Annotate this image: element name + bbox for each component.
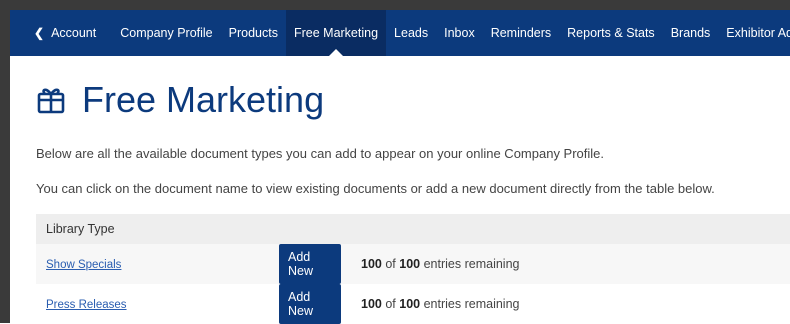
entries-total: 100 xyxy=(399,257,421,271)
table-row: Press Releases Add New 100 of 100 entrie… xyxy=(36,284,790,324)
entries-of: of xyxy=(385,297,396,311)
entries-used: 100 xyxy=(361,297,382,311)
entries-suffix: entries remaining xyxy=(423,257,520,271)
nav-company-profile[interactable]: Company Profile xyxy=(112,10,220,56)
nav-leads[interactable]: Leads xyxy=(386,10,436,56)
gift-icon xyxy=(37,88,65,114)
nav-brands[interactable]: Brands xyxy=(663,10,719,56)
library-table: Library Type Show Specials Add New 100 o… xyxy=(36,214,790,324)
nav-exhibitor-admins[interactable]: Exhibitor Admins xyxy=(718,10,790,56)
show-specials-link[interactable]: Show Specials xyxy=(46,259,121,271)
nav-reports-stats[interactable]: Reports & Stats xyxy=(559,10,663,56)
nav-back-account[interactable]: ❮ Account xyxy=(10,10,112,56)
page-title: Free Marketing xyxy=(36,78,790,122)
main-content: Free Marketing Below are all the availab… xyxy=(36,56,790,324)
page-title-text: Free Marketing xyxy=(82,79,325,120)
entries-of: of xyxy=(385,257,396,271)
entries-remaining: 100 of 100 entries remaining xyxy=(351,284,790,324)
top-navigation: ❮ Account Company Profile Products Free … xyxy=(10,10,790,56)
nav-back-label: Account xyxy=(51,26,97,40)
nav-free-marketing[interactable]: Free Marketing xyxy=(285,10,387,56)
intro-text-2: You can click on the document name to vi… xyxy=(36,181,715,197)
entries-remaining: 100 of 100 entries remaining xyxy=(351,244,790,284)
entries-used: 100 xyxy=(361,257,382,271)
table-row: Show Specials Add New 100 of 100 entries… xyxy=(36,244,790,284)
nav-reminders[interactable]: Reminders xyxy=(483,10,559,56)
entries-total: 100 xyxy=(399,297,421,311)
press-releases-link[interactable]: Press Releases xyxy=(46,299,127,311)
intro-text-1: Below are all the available document typ… xyxy=(36,146,605,162)
nav-products[interactable]: Products xyxy=(221,10,286,56)
add-new-show-specials-button[interactable]: Add New xyxy=(279,244,341,284)
nav-inbox[interactable]: Inbox xyxy=(436,10,483,56)
chevron-left-icon: ❮ xyxy=(34,26,45,40)
add-new-press-releases-button[interactable]: Add New xyxy=(279,284,341,324)
entries-suffix: entries remaining xyxy=(423,297,520,311)
library-type-header: Library Type xyxy=(36,214,790,244)
